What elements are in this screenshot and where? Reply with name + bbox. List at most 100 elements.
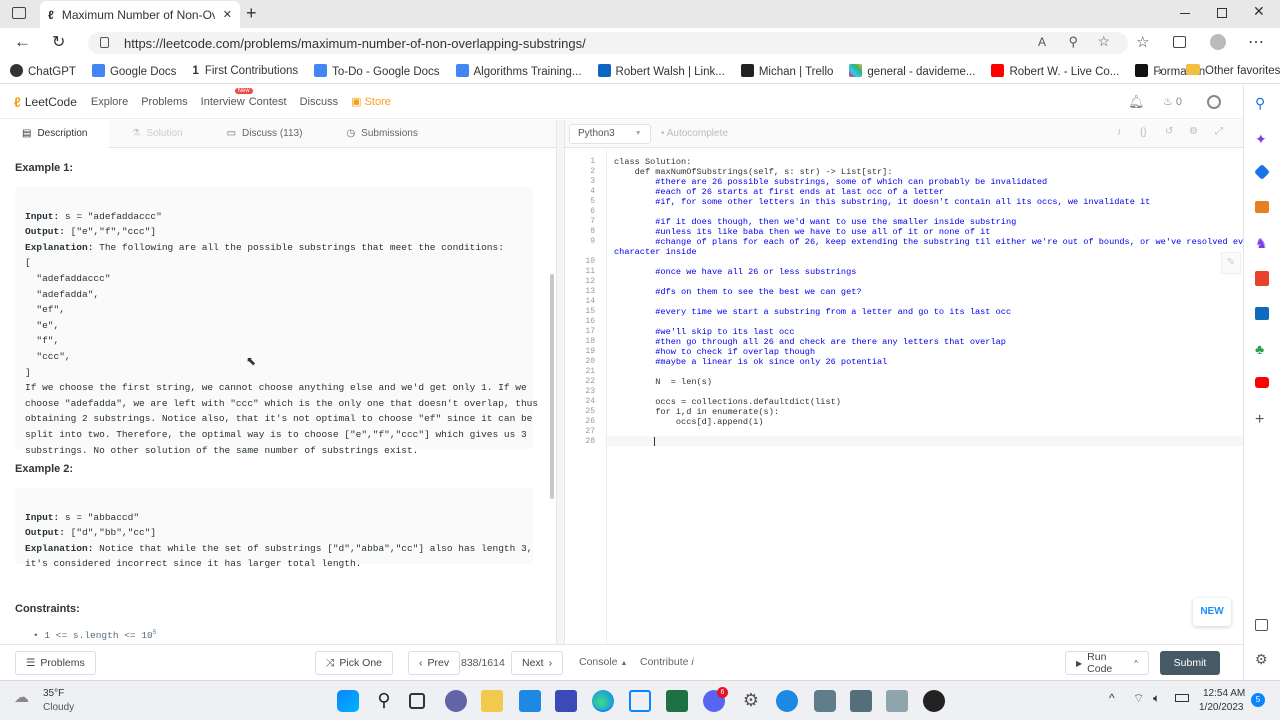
code-line[interactable]: #unless its like baba then we have to us… — [614, 227, 990, 237]
tree-icon[interactable]: ♣ — [1255, 341, 1264, 357]
bookmark-youtube[interactable]: Robert W. - Live Co... — [991, 63, 1119, 78]
profile-avatar-icon[interactable] — [1210, 34, 1226, 50]
search-icon[interactable]: ⚲ — [373, 690, 395, 712]
leetcode-logo-icon[interactable]: ℓ — [14, 94, 21, 110]
code-line[interactable]: N = len(s) — [614, 377, 712, 387]
shopping-icon[interactable] — [1254, 164, 1270, 180]
split-screen-icon[interactable] — [1255, 619, 1268, 631]
code-line[interactable]: #we'll skip to its last occ — [614, 327, 794, 337]
settings-icon[interactable]: ⚙ — [1189, 126, 1198, 137]
code-line[interactable]: #dfs on them to see the best we can get? — [614, 287, 861, 297]
camera-icon[interactable] — [814, 690, 836, 712]
bell-icon[interactable]: 🔔︎ — [1128, 94, 1145, 110]
recorder-icon[interactable] — [923, 690, 945, 712]
code-editor[interactable]: 1 2 3 4 5 6 7 8 9 10 11 12 13 14 15 16 17 18 19 20 21 22 23 24 2… — [565, 150, 1243, 644]
other-favorites[interactable]: Other favorites — [1186, 64, 1280, 77]
leetcode-logo[interactable]: LeetCode — [25, 95, 77, 109]
favorite-star-icon[interactable]: ☆ — [1097, 33, 1110, 50]
help-icon[interactable] — [776, 690, 798, 712]
tab-submissions[interactable]: ◷ Submissions — [324, 120, 439, 148]
pane-divider[interactable] — [556, 120, 565, 644]
code-line[interactable]: #how to check if overlap though — [614, 347, 815, 357]
code-line[interactable]: #if it does though, then we'd want to us… — [614, 217, 1016, 227]
settings-icon[interactable]: ⚙ — [1255, 651, 1268, 668]
user-avatar-icon[interactable] — [1207, 95, 1221, 109]
notification-badge[interactable]: 5 — [1251, 693, 1265, 707]
run-code-button[interactable]: ▶ Run Code ^ — [1065, 651, 1149, 675]
weather-icon[interactable]: ☁ — [14, 688, 29, 706]
settings-icon[interactable]: ⚙ — [740, 690, 762, 712]
battery-icon[interactable] — [1175, 694, 1189, 702]
app2-icon[interactable] — [886, 690, 908, 712]
clock-date[interactable]: 1/20/2023 — [1199, 702, 1244, 713]
pick-one-button[interactable]: ⤨ Pick One — [315, 651, 394, 675]
tab-discuss[interactable]: ▭ Discuss (113) — [205, 120, 325, 148]
code-line[interactable]: #each of 26 starts at first ends at last… — [614, 187, 944, 197]
code-line[interactable]: #maybe a linear is ok since only 26 pote… — [614, 357, 887, 367]
code-line[interactable]: character inside — [614, 247, 697, 257]
chevron-right-icon[interactable]: › — [1158, 62, 1163, 78]
editor-side-handle[interactable]: ✎ — [1221, 252, 1241, 274]
tab-description[interactable]: ▤ Description — [0, 119, 110, 148]
submit-button[interactable]: Submit — [1160, 651, 1220, 675]
collections-icon[interactable] — [1173, 36, 1186, 48]
fullscreen-icon[interactable]: ⤢ — [1215, 126, 1223, 137]
description-scrollbar[interactable] — [550, 274, 554, 499]
read-aloud-icon[interactable]: A — [1038, 35, 1046, 49]
edge-icon[interactable] — [592, 690, 614, 712]
contribute-link[interactable]: Contribute i — [640, 656, 694, 668]
nav-discuss[interactable]: Discuss — [300, 96, 339, 108]
braces-icon[interactable]: {} — [1140, 127, 1147, 138]
code-line[interactable]: #once we have all 26 or less substrings — [614, 267, 856, 277]
problems-list-button[interactable]: ☰ Problems — [15, 651, 96, 675]
bookmark-linkedin[interactable]: Robert Walsh | Link... — [597, 63, 725, 78]
code-line[interactable]: #if, for some other letters in this subs… — [614, 197, 1150, 207]
add-icon[interactable]: + — [1255, 411, 1264, 429]
volume-icon[interactable]: 🔈︎ — [1153, 691, 1160, 706]
copilot-icon[interactable]: ✦ — [1255, 131, 1267, 148]
code-line[interactable]: #then go through all 26 and check are th… — [614, 337, 1006, 347]
youtube-icon[interactable] — [1255, 377, 1269, 388]
reset-icon[interactable]: ↺ — [1165, 126, 1173, 137]
refresh-icon[interactable]: ↻ — [52, 32, 65, 52]
bookmark-first-contributions[interactable]: 1 First Contributions — [192, 65, 298, 77]
autocomplete-toggle[interactable]: • Autocomplete — [661, 128, 728, 139]
browser-tab[interactable]: ℓ Maximum Number of Non-Overl ✕ — [40, 1, 240, 28]
prev-button[interactable]: ‹ Prev — [408, 651, 461, 675]
tab-actions-icon[interactable] — [12, 7, 26, 19]
console-toggle[interactable]: Console ▲ — [579, 656, 627, 668]
excel-icon[interactable] — [666, 690, 688, 712]
windows-start-icon[interactable] — [337, 690, 359, 712]
tab-solution[interactable]: ⚗ Solution — [109, 120, 204, 148]
games-icon[interactable]: ♞ — [1255, 235, 1268, 252]
new-tab-button[interactable]: + — [246, 3, 257, 24]
nav-store[interactable]: ▣ Store — [351, 95, 391, 108]
file-explorer-icon[interactable] — [481, 690, 503, 712]
more-menu-icon[interactable]: ⋯ — [1248, 32, 1264, 52]
clock-time[interactable]: 12:54 AM — [1203, 688, 1245, 699]
close-window-icon[interactable]: ✕ — [1253, 3, 1265, 20]
bookmark-trello[interactable]: Michan | Trello — [740, 63, 833, 78]
vs-code-icon[interactable] — [555, 690, 577, 712]
code-line[interactable]: def maxNumOfSubstrings(self, s: str) -> … — [614, 167, 893, 177]
close-tab-icon[interactable]: ✕ — [223, 8, 232, 21]
favorites-icon[interactable]: ☆ — [1136, 33, 1149, 51]
nav-problems[interactable]: Problems — [141, 96, 187, 108]
app-icon[interactable] — [629, 690, 651, 712]
code-line[interactable]: class Solution: — [614, 157, 691, 167]
url-field[interactable]: https://leetcode.com/problems/maximum-nu… — [88, 32, 1128, 54]
bookmark-todo[interactable]: To-Do - Google Docs — [314, 63, 440, 78]
store-icon[interactable] — [519, 690, 541, 712]
teams-chat-icon[interactable] — [445, 690, 467, 712]
nav-interview[interactable]: Interview New — [201, 87, 253, 108]
back-icon[interactable]: ← — [14, 32, 31, 52]
code-line[interactable]: #every time we start a substring from a … — [614, 307, 1011, 317]
maximize-icon[interactable] — [1217, 8, 1227, 18]
bookmark-slack[interactable]: general - davideme... — [849, 63, 975, 78]
new-feature-badge[interactable]: NEW — [1193, 598, 1231, 626]
code-line[interactable]: occs[d].append(i) — [614, 417, 764, 427]
office-icon[interactable] — [1255, 271, 1269, 286]
dev-tool-icon[interactable] — [850, 690, 872, 712]
nav-explore[interactable]: Explore — [91, 96, 128, 108]
nav-contest[interactable]: Contest — [249, 96, 287, 108]
